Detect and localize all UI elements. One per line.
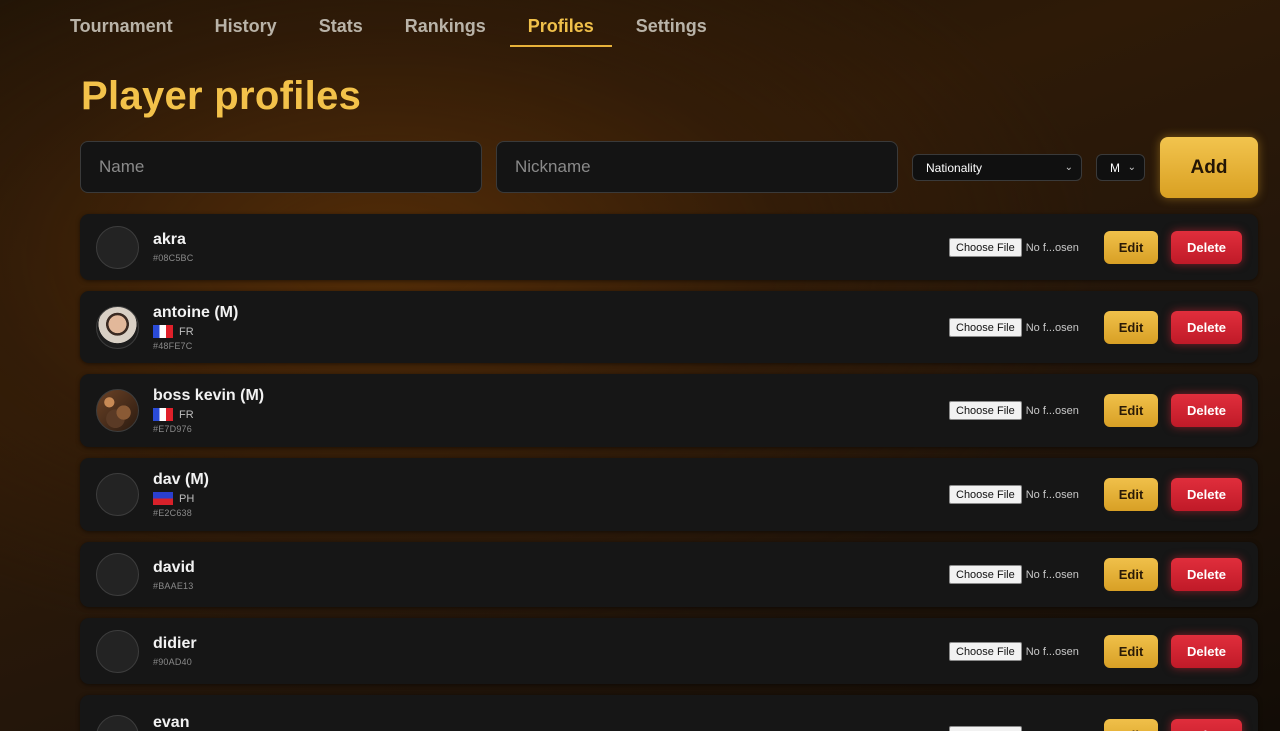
- gender-select-value: M: [1110, 160, 1120, 175]
- choose-file-button[interactable]: Choose File: [949, 565, 1022, 584]
- player-card: antoine (M) FR #48FE7C Choose File No f...os…: [80, 291, 1258, 363]
- nickname-input[interactable]: [496, 141, 898, 193]
- edit-button[interactable]: Edit: [1104, 719, 1158, 731]
- delete-button[interactable]: Delete: [1171, 558, 1242, 591]
- player-id: #BAAE13: [153, 581, 194, 591]
- delete-button[interactable]: Delete: [1171, 478, 1242, 511]
- tab-stats[interactable]: Stats: [319, 0, 363, 47]
- player-card: david #BAAE13 Choose File No f...osen Edit De…: [80, 542, 1258, 607]
- choose-file-button[interactable]: Choose File: [949, 401, 1022, 420]
- flag-icon: [153, 408, 173, 421]
- player-name: david: [153, 559, 195, 576]
- player-nationality: PH: [153, 492, 194, 505]
- file-status: No f...osen: [1025, 645, 1079, 658]
- player-name: dav (M): [153, 471, 209, 488]
- player-name: akra: [153, 231, 186, 248]
- delete-button[interactable]: Delete: [1171, 311, 1242, 344]
- delete-button[interactable]: Delete: [1171, 394, 1242, 427]
- file-status: No f...osen: [1025, 321, 1079, 334]
- delete-button[interactable]: Delete: [1171, 231, 1242, 264]
- player-id: #E2C638: [153, 508, 192, 518]
- player-card: boss kevin (M) FR #E7D976 Choose File No f..…: [80, 374, 1258, 447]
- player-card: dav (M) PH #E2C638 Choose File No f...osen Ed…: [80, 458, 1258, 531]
- edit-button[interactable]: Edit: [1104, 231, 1158, 264]
- flag-icon: [153, 492, 173, 505]
- avatar: [96, 630, 139, 673]
- edit-button[interactable]: Edit: [1104, 311, 1158, 344]
- avatar-file-input: Choose FileNo f...osen: [949, 642, 1079, 661]
- delete-button[interactable]: Delete: [1171, 635, 1242, 668]
- nationality-code: FR: [179, 408, 194, 421]
- file-status: No f...osen: [1025, 568, 1079, 581]
- player-card: akra #08C5BC Choose File No f...osen Edit Del…: [80, 214, 1258, 280]
- avatar: [96, 473, 139, 516]
- avatar-file-input: Choose FileNo f...osen: [949, 565, 1079, 584]
- file-status: No f...osen: [1025, 488, 1079, 501]
- avatar-file-input: Choose FileNo f...osen: [949, 238, 1079, 257]
- main-nav: Tournament History Stats Rankings Profil…: [70, 0, 749, 50]
- chevron-down-icon: ⌄: [1127, 162, 1136, 173]
- chevron-down-icon: ⌄: [1064, 162, 1073, 173]
- avatar: [96, 389, 139, 432]
- add-button[interactable]: Add: [1160, 137, 1258, 198]
- avatar-file-input: Choose FileNo f...osen: [949, 318, 1079, 337]
- nationality-code: FR: [179, 325, 194, 338]
- avatar: [96, 553, 139, 596]
- player-name: antoine (M): [153, 304, 239, 321]
- player-id: #E7D976: [153, 424, 192, 434]
- add-player-form: Nationality ⌄ M ⌄ Add: [80, 137, 1258, 199]
- player-id: #08C5BC: [153, 253, 194, 263]
- flag-icon: [153, 325, 173, 338]
- choose-file-button[interactable]: Choose File: [949, 238, 1022, 257]
- file-status: No f...osen: [1025, 241, 1079, 254]
- edit-button[interactable]: Edit: [1104, 558, 1158, 591]
- avatar-file-input: Choose FileNo f...osen: [949, 726, 1079, 731]
- avatar: [96, 715, 139, 731]
- nationality-select[interactable]: Nationality ⌄: [912, 154, 1082, 181]
- choose-file-button[interactable]: Choose File: [949, 726, 1022, 731]
- avatar: [96, 226, 139, 269]
- tab-profiles[interactable]: Profiles: [509, 0, 612, 47]
- player-nationality: FR: [153, 325, 194, 338]
- avatar-file-input: Choose FileNo f...osen: [949, 401, 1079, 420]
- tab-rankings[interactable]: Rankings: [405, 0, 486, 47]
- player-name: didier: [153, 635, 197, 652]
- choose-file-button[interactable]: Choose File: [949, 485, 1022, 504]
- player-name: boss kevin (M): [153, 387, 265, 404]
- edit-button[interactable]: Edit: [1104, 478, 1158, 511]
- nationality-code: PH: [179, 492, 195, 505]
- edit-button[interactable]: Edit: [1104, 394, 1158, 427]
- avatar-file-input: Choose FileNo f...osen: [949, 485, 1079, 504]
- file-status: No f...osen: [1025, 404, 1079, 417]
- player-name: evan: [153, 714, 190, 731]
- edit-button[interactable]: Edit: [1104, 635, 1158, 668]
- player-card: didier #90AD40 Choose File No f...osen Edit D…: [80, 618, 1258, 684]
- tab-settings[interactable]: Settings: [636, 0, 707, 47]
- page-title: Player profiles: [81, 74, 362, 118]
- player-id: #90AD40: [153, 657, 192, 667]
- player-id: #48FE7C: [153, 341, 193, 351]
- name-input[interactable]: [80, 141, 482, 193]
- tab-tournament[interactable]: Tournament: [70, 0, 173, 47]
- gender-select[interactable]: M ⌄: [1096, 154, 1145, 181]
- player-card: evan Choose FileNo f...osen Edit Delete: [80, 695, 1258, 731]
- choose-file-button[interactable]: Choose File: [949, 642, 1022, 661]
- player-nationality: FR: [153, 408, 194, 421]
- avatar: [96, 306, 139, 349]
- tab-history[interactable]: History: [215, 0, 277, 47]
- choose-file-button[interactable]: Choose File: [949, 318, 1022, 337]
- delete-button[interactable]: Delete: [1171, 719, 1242, 731]
- nationality-select-value: Nationality: [926, 160, 983, 175]
